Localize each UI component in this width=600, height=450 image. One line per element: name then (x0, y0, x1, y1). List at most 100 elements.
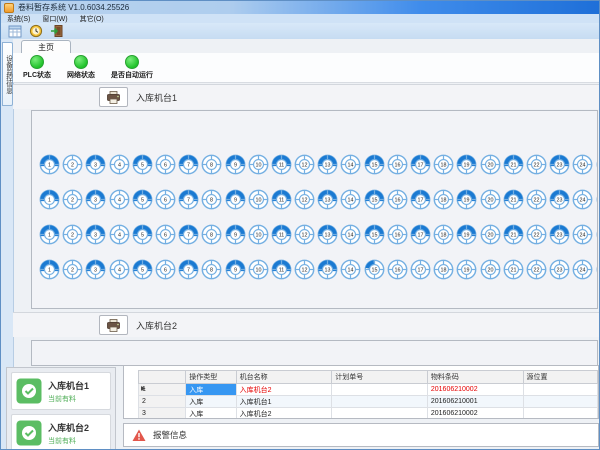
svg-text:15: 15 (371, 232, 377, 238)
table-cell-machine[interactable]: 入库机台1 (236, 396, 332, 408)
machine2-card[interactable]: 入库机台2 当前有料 (11, 414, 111, 450)
slot-indicator: 14 (339, 258, 362, 281)
table-cell-src[interactable] (523, 384, 598, 396)
slot-indicator: 12 (293, 188, 316, 211)
svg-text:18: 18 (441, 197, 447, 203)
clock-icon[interactable] (27, 24, 45, 39)
svg-text:6: 6 (164, 197, 167, 203)
svg-text:2: 2 (71, 197, 74, 203)
table-cell-barcode[interactable]: 201606210002 (427, 384, 523, 396)
svg-text:17: 17 (418, 267, 424, 273)
slot-indicator: 15 (363, 153, 386, 176)
slot-indicator: 9 (224, 188, 247, 211)
slot-indicator: 17 (409, 153, 432, 176)
svg-text:18: 18 (441, 162, 447, 168)
slot-indicator: 9 (224, 153, 247, 176)
table-cell-barcode[interactable]: 201606210002 (427, 408, 523, 420)
slot-indicator: 22 (525, 153, 548, 176)
svg-text:4: 4 (118, 232, 121, 238)
slot-indicator: 1 (38, 223, 61, 246)
table-row[interactable]: 3入库入库机台2 201606210002 (139, 408, 598, 420)
svg-text:19: 19 (464, 162, 470, 168)
row-header-cell[interactable]: 3 (139, 408, 186, 420)
col-machine-name[interactable]: 机台名称 (236, 371, 332, 384)
col-plan-number[interactable]: 计划单号 (332, 371, 428, 384)
table-cell-plan[interactable] (332, 396, 428, 408)
table-cell-src[interactable] (523, 396, 598, 408)
tab-home[interactable]: 主页 (21, 40, 71, 54)
svg-text:19: 19 (464, 197, 470, 203)
slot-indicator: 21 (502, 153, 525, 176)
svg-text:11: 11 (279, 197, 285, 203)
slot-indicator: 21 (502, 223, 525, 246)
auto-run-status: 是否自动运行 (111, 55, 153, 80)
slot-indicator: 4 (108, 153, 131, 176)
svg-text:22: 22 (533, 197, 539, 203)
slot-indicator: 21 (502, 188, 525, 211)
table-cell-machine[interactable]: 入库机台2 (236, 384, 332, 396)
slot-indicator: 20 (479, 153, 502, 176)
table-cell-barcode[interactable]: 201606210001 (427, 396, 523, 408)
machine1-grid: 1234567891011121314151617181920212223242… (31, 110, 598, 309)
slot-row: 1234567891011121314151617181920212223242… (38, 188, 597, 211)
svg-text:4: 4 (118, 162, 121, 168)
slot-indicator: 19 (455, 153, 478, 176)
slot-indicator: 25 (595, 258, 599, 281)
menu-system[interactable]: 系统(S) (1, 14, 36, 24)
svg-text:4: 4 (118, 197, 121, 203)
slot-indicator: 5 (131, 153, 154, 176)
svg-text:1: 1 (48, 267, 51, 273)
svg-text:7: 7 (187, 197, 190, 203)
svg-text:5: 5 (141, 162, 144, 168)
slot-indicator: 10 (247, 153, 270, 176)
svg-text:1: 1 (48, 162, 51, 168)
schedule-icon[interactable] (6, 24, 24, 39)
svg-text:17: 17 (418, 232, 424, 238)
svg-text:6: 6 (164, 267, 167, 273)
svg-text:23: 23 (557, 232, 563, 238)
exit-icon[interactable] (48, 24, 66, 39)
menu-other[interactable]: 其它(O) (74, 14, 110, 24)
slot-indicator: 3 (84, 258, 107, 281)
table-row[interactable]: ▶1入库入库机台2 201606210002 (139, 384, 598, 396)
svg-text:23: 23 (557, 162, 563, 168)
alarm-info-bar: 报警信息 (123, 423, 599, 447)
svg-text:9: 9 (234, 197, 237, 203)
slot-indicator: 25 (595, 188, 599, 211)
menu-window[interactable]: 窗口(W) (36, 14, 73, 24)
svg-text:9: 9 (234, 232, 237, 238)
svg-text:22: 22 (533, 162, 539, 168)
row-header-cell[interactable]: 2 (139, 396, 186, 408)
svg-text:22: 22 (533, 232, 539, 238)
col-material-barcode[interactable]: 物料条码 (427, 371, 523, 384)
svg-text:9: 9 (234, 162, 237, 168)
col-operation-type[interactable]: 操作类型 (186, 371, 236, 384)
row-header-cell[interactable]: ▶1 (139, 384, 186, 396)
table-cell-plan[interactable] (332, 384, 428, 396)
machine1-card[interactable]: 入库机台1 当前有料 (11, 372, 111, 410)
table-cell-plan[interactable] (332, 408, 428, 420)
slot-indicator: 2 (61, 223, 84, 246)
slot-row: 1234567891011121314151617181920212223242… (38, 153, 597, 176)
svg-text:17: 17 (418, 197, 424, 203)
network-status: 网络状态 (67, 55, 95, 80)
print-button[interactable] (99, 87, 128, 107)
table-cell-op[interactable]: 入库 (186, 384, 236, 396)
table-row[interactable]: 2入库入库机台1 201606210001 (139, 396, 598, 408)
slot-indicator: 9 (224, 223, 247, 246)
side-tab[interactable]: 设备监控信息 (2, 42, 13, 106)
slot-indicator: 22 (525, 223, 548, 246)
table-cell-op[interactable]: 入库 (186, 408, 236, 420)
svg-text:7: 7 (187, 162, 190, 168)
print-button[interactable] (99, 315, 128, 335)
svg-text:20: 20 (487, 232, 493, 238)
svg-text:20: 20 (487, 162, 493, 168)
table-cell-machine[interactable]: 入库机台2 (236, 408, 332, 420)
printer-icon (106, 91, 121, 104)
table-cell-op[interactable]: 入库 (186, 396, 236, 408)
svg-text:14: 14 (348, 162, 354, 168)
svg-text:10: 10 (255, 162, 261, 168)
slot-indicator: 14 (339, 153, 362, 176)
col-source-location[interactable]: 源位置 (523, 371, 598, 384)
table-cell-src[interactable] (523, 408, 598, 420)
